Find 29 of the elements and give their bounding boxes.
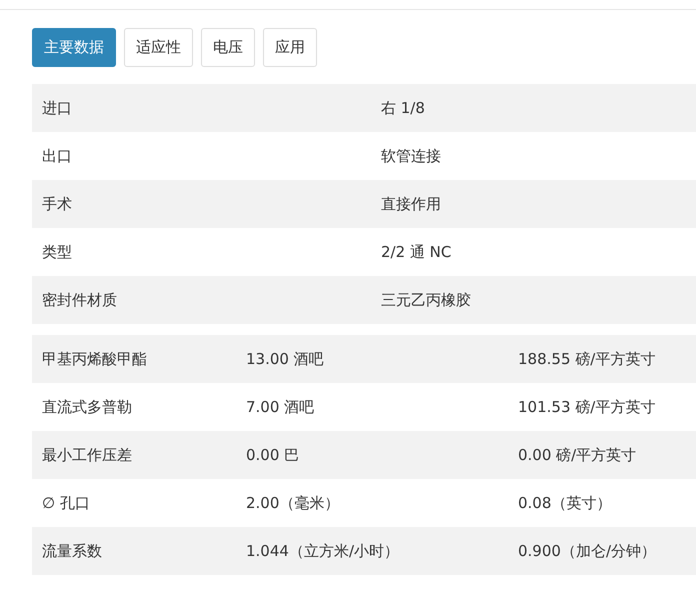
imperial-value: 101.53 磅/平方英寸	[508, 383, 696, 431]
tab[interactable]: 电压	[201, 28, 255, 67]
row-label: 直流式多普勒	[32, 383, 236, 431]
metric-value: 13.00 酒吧	[236, 335, 508, 383]
imperial-value: 188.55 磅/平方英寸	[508, 335, 696, 383]
imperial-value: 0.00 磅/平方英寸	[508, 431, 696, 479]
row-label: 最小工作压差	[32, 431, 236, 479]
metric-value: 2.00（毫米）	[236, 479, 508, 527]
row-label: 流量系数	[32, 527, 236, 575]
row-value: 三元乙丙橡胶	[371, 276, 696, 324]
imperial-value: 0.08（英寸）	[508, 479, 696, 527]
metric-value: 0.00 巴	[236, 431, 508, 479]
row-value: 直接作用	[371, 180, 696, 228]
row-label: 甲基丙烯酸甲酯	[32, 335, 236, 383]
row-label: 进口	[32, 84, 371, 132]
row-value: 右 1/8	[371, 84, 696, 132]
imperial-value: 0.900（加仑/分钟）	[508, 527, 696, 575]
tab[interactable]: 主要数据	[32, 28, 116, 67]
row-value: 2/2 通 NC	[371, 228, 696, 276]
row-label: ∅ 孔口	[32, 479, 236, 527]
metric-value: 1.044（立方米/小时）	[236, 527, 508, 575]
tab[interactable]: 适应性	[124, 28, 193, 67]
row-label: 密封件材质	[32, 276, 371, 324]
row-label: 出口	[32, 132, 371, 180]
row-label: 类型	[32, 228, 371, 276]
row-value: 软管连接	[371, 132, 696, 180]
row-label: 手术	[32, 180, 371, 228]
metric-value: 7.00 酒吧	[236, 383, 508, 431]
tab[interactable]: 应用	[263, 28, 317, 67]
